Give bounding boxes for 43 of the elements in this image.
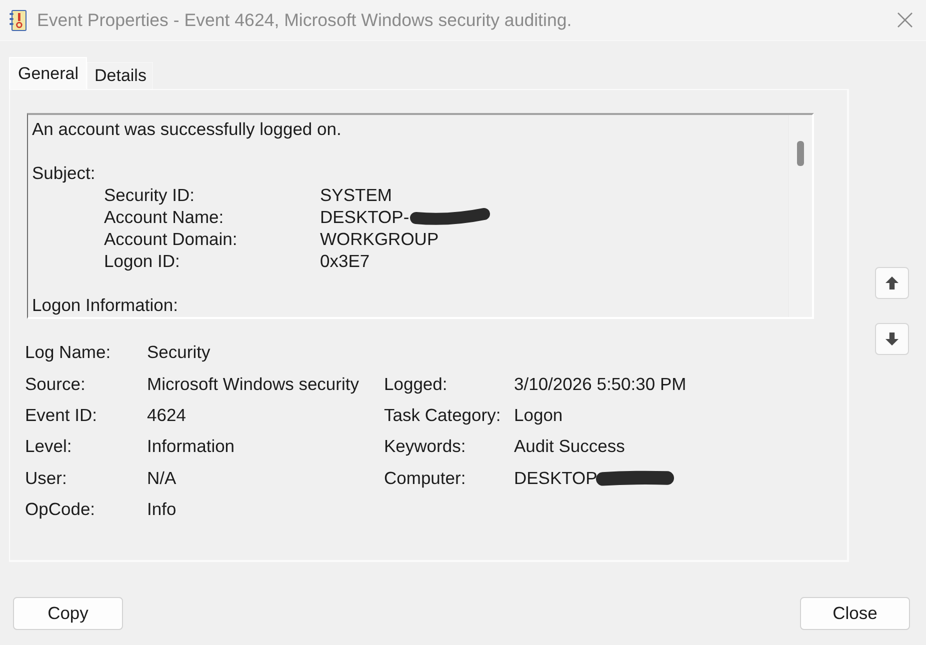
field-label: Security ID:: [104, 184, 196, 206]
field-value: Info: [147, 499, 176, 520]
field-value: 4624: [147, 404, 186, 426]
description-text: An account was successfully logged on.: [32, 118, 342, 140]
field-label: Computer:: [384, 468, 467, 489]
field-value: N/A: [147, 468, 176, 489]
tab[interactable]: Details: [87, 62, 154, 89]
up-arrow-button[interactable]: [875, 267, 909, 299]
section-heading: Subject:: [32, 162, 96, 184]
field-label: Account Domain:: [104, 228, 238, 250]
field-label: Event ID:: [25, 404, 98, 426]
field-value: Audit Success: [514, 436, 625, 458]
field-value: DESKTOP: [514, 468, 598, 489]
field-label: Logged:: [384, 374, 448, 395]
field-value: Information: [147, 436, 235, 458]
field-value: 3/10/2026 5:50:30 PM: [514, 374, 686, 395]
field-label: Level:: [25, 436, 73, 458]
field-value: Logon: [514, 404, 563, 426]
window-title: Event Properties - Event 4624, Microsoft Windows security auditing.: [37, 10, 572, 30]
down-arrow-icon: [885, 332, 899, 346]
field-label: Account Name:: [104, 206, 225, 228]
section-heading: Logon Information:: [32, 294, 179, 316]
field-label: Keywords:: [384, 436, 467, 458]
close-button[interactable]: Close: [800, 597, 910, 630]
field-label: Logon ID:: [104, 250, 181, 272]
field-value: DESKTOP-: [320, 206, 410, 228]
field-label: User:: [25, 468, 68, 489]
up-arrow-icon: [885, 276, 899, 290]
field-value: 0x3E7: [320, 250, 370, 272]
field-value: Microsoft Windows security: [147, 374, 359, 395]
scrollbar-thumb[interactable]: [797, 141, 804, 166]
down-arrow-button[interactable]: [875, 323, 909, 355]
notebook-icon: [9, 10, 27, 30]
tab[interactable]: General: [9, 57, 88, 89]
field-label: Task Category:: [384, 404, 502, 426]
close-icon: [897, 12, 913, 28]
field-label: Log Name:: [25, 342, 112, 364]
field-label: Source:: [25, 374, 86, 395]
field-value: Security: [147, 342, 210, 364]
field-value: WORKGROUP: [320, 228, 439, 250]
field-label: OpCode:: [25, 499, 96, 520]
field-value: SYSTEM: [320, 184, 392, 206]
copy-button[interactable]: Copy: [13, 597, 123, 630]
